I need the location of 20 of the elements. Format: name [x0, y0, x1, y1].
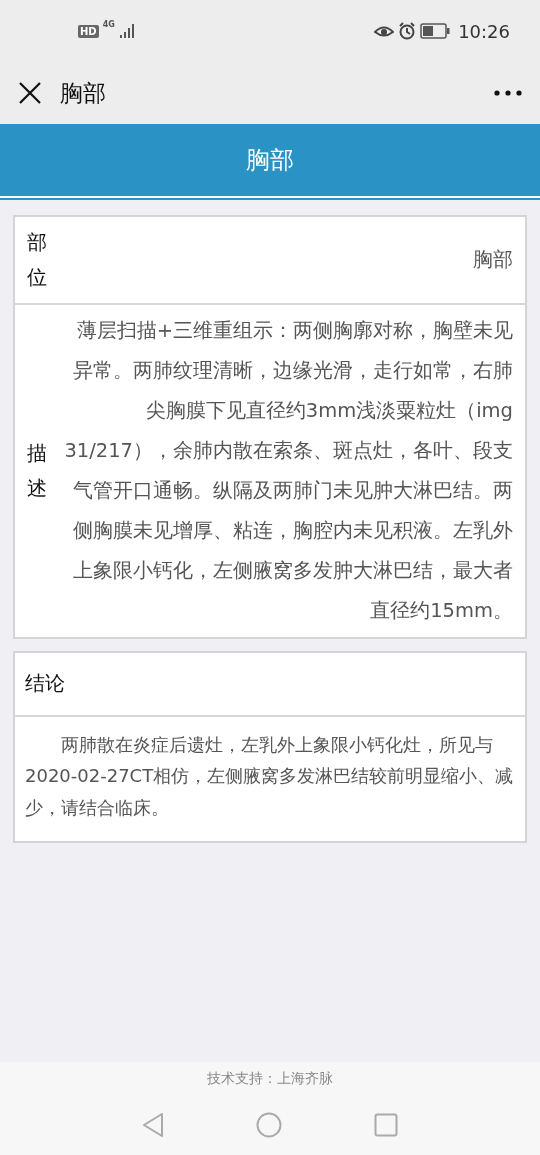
- more-icon[interactable]: [494, 90, 522, 96]
- footer-text: 技术支持：上海齐脉: [207, 1069, 333, 1088]
- clock-time: 10:26: [458, 20, 510, 42]
- header-title: 胸部: [246, 145, 294, 176]
- row-value: 胸部: [472, 247, 513, 274]
- conclusion-text: 两肺散在炎症后遗灶，左乳外上象限小钙化灶，所见与2020-02-27CT相仿，左侧腋窝多发淋巴结较前明显缩小、减少，请结合临床。: [24, 732, 515, 820]
- close-icon[interactable]: [18, 81, 42, 105]
- row-value: 薄层扫描+三维重组示：两侧胸廓对称，胸壁未见异常。两肺纹理清晰，边缘光滑，走行如常，右肺尖胸膜下见直径约3mm浅淡粟粒灶（img 31/217），余肺内散在索条、斑点灶，各叶、段支气管开口通畅。纵隔及两肺门未见肿大淋巴结。两侧胸膜未见增厚、粘连，胸腔内未见积液。左乳外上象限小钙化，左侧腋窝多发肿大淋巴结，最大者直径约15mm。: [63, 318, 513, 624]
- conclusion-title: 结论: [25, 670, 65, 698]
- row-label: 描述: [27, 439, 47, 502]
- signal-icon: [118, 23, 135, 39]
- back-icon[interactable]: [142, 1112, 164, 1138]
- recents-icon[interactable]: [374, 1113, 398, 1137]
- network-type: 4G: [102, 20, 115, 29]
- battery-icon: [420, 23, 451, 39]
- row-label: 部位: [27, 229, 47, 291]
- page-title: 胸部: [60, 78, 107, 108]
- alarm-icon: [398, 22, 417, 40]
- home-icon[interactable]: [256, 1112, 282, 1138]
- hd-badge: HD: [78, 24, 99, 38]
